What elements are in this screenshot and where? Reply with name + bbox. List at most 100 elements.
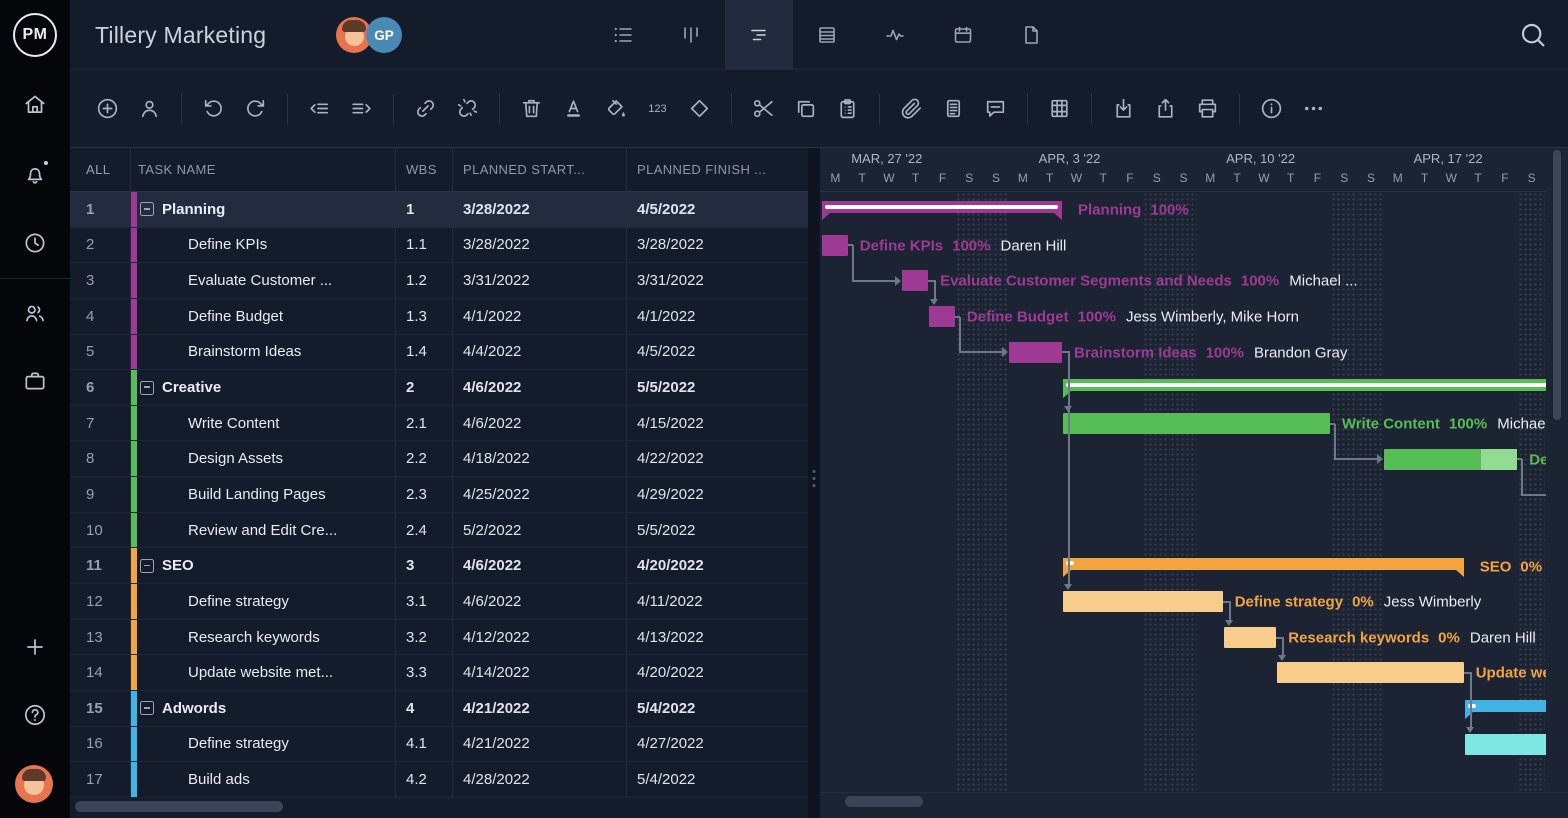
tab-sheet-view[interactable] <box>793 0 861 70</box>
task-name-cell[interactable]: Define KPIs <box>131 228 396 263</box>
unlink-tasks-button[interactable] <box>455 96 480 121</box>
table-row[interactable]: 17Build ads4.24/28/20225/4/2022 <box>70 762 808 798</box>
task-name-cell[interactable]: Creative <box>131 370 396 405</box>
gantt-summary-bar[interactable] <box>822 201 1062 213</box>
sidebar-item-help[interactable] <box>22 702 48 728</box>
column-header-finish[interactable]: PLANNED FINISH ... <box>627 148 808 191</box>
user-avatar[interactable] <box>15 765 53 803</box>
planned-finish-cell[interactable]: 5/5/2022 <box>627 370 808 405</box>
table-row[interactable]: 8Design Assets2.24/18/20224/22/2022 <box>70 441 808 477</box>
column-header-wbs[interactable]: WBS <box>396 148 453 191</box>
table-row[interactable]: 11SEO34/6/20224/20/2022 <box>70 548 808 584</box>
planned-start-cell[interactable]: 4/1/2022 <box>453 299 627 334</box>
redo-button[interactable] <box>243 96 268 121</box>
planned-finish-cell[interactable]: 4/27/2022 <box>627 727 808 762</box>
task-name-cell[interactable]: SEO <box>131 548 396 583</box>
paste-button[interactable] <box>835 96 860 121</box>
planned-finish-cell[interactable]: 4/1/2022 <box>627 299 808 334</box>
panel-splitter[interactable] <box>808 148 820 818</box>
task-name-cell[interactable]: Brainstorm Ideas <box>131 335 396 370</box>
export-button[interactable] <box>1153 96 1178 121</box>
table-row[interactable]: 1Planning13/28/20224/5/2022 <box>70 192 808 228</box>
tab-board-view[interactable] <box>657 0 725 70</box>
planned-start-cell[interactable]: 4/28/2022 <box>453 762 627 797</box>
task-name-cell[interactable]: Research keywords <box>131 620 396 655</box>
copy-button[interactable] <box>793 96 818 121</box>
task-name-cell[interactable]: Write Content <box>131 406 396 441</box>
gantt-task-bar[interactable] <box>1063 413 1330 434</box>
task-name-cell[interactable]: Define strategy <box>131 584 396 619</box>
gantt-task-bar[interactable] <box>1009 342 1062 363</box>
planned-finish-cell[interactable]: 5/4/2022 <box>627 762 808 797</box>
indent-button[interactable] <box>349 96 374 121</box>
milestone-button[interactable] <box>687 96 712 121</box>
planned-start-cell[interactable]: 3/28/2022 <box>453 192 627 227</box>
column-header-num[interactable]: ALL <box>70 148 131 191</box>
task-name-cell[interactable]: Design Assets <box>131 441 396 476</box>
gantt-summary-bar[interactable] <box>1063 558 1464 570</box>
planned-start-cell[interactable]: 4/6/2022 <box>453 584 627 619</box>
attachment-button[interactable] <box>899 96 924 121</box>
planned-finish-cell[interactable]: 4/20/2022 <box>627 548 808 583</box>
outdent-button[interactable] <box>307 96 332 121</box>
column-header-name[interactable]: TASK NAME <box>131 148 396 191</box>
projectmanager-logo[interactable]: PM <box>13 13 57 57</box>
planned-finish-cell[interactable]: 3/28/2022 <box>627 228 808 263</box>
planned-start-cell[interactable]: 5/2/2022 <box>453 513 627 548</box>
table-row[interactable]: 12Define strategy3.14/6/20224/11/2022 <box>70 584 808 620</box>
search-icon[interactable] <box>1517 19 1549 51</box>
planned-finish-cell[interactable]: 4/5/2022 <box>627 192 808 227</box>
planned-finish-cell[interactable]: 4/5/2022 <box>627 335 808 370</box>
more-button[interactable] <box>1301 96 1326 121</box>
gantt-task-bar[interactable] <box>822 235 848 256</box>
planned-start-cell[interactable]: 4/18/2022 <box>453 441 627 476</box>
columns-button[interactable] <box>1047 96 1072 121</box>
print-button[interactable] <box>1195 96 1220 121</box>
table-row[interactable]: 9Build Landing Pages2.34/25/20224/29/202… <box>70 477 808 513</box>
table-row[interactable]: 16Define strategy4.14/21/20224/27/2022 <box>70 727 808 763</box>
gantt-vscrollbar-thumb[interactable] <box>1553 150 1561 420</box>
link-tasks-button[interactable] <box>413 96 438 121</box>
gantt-task-bar[interactable] <box>1465 734 1546 755</box>
undo-button[interactable] <box>201 96 226 121</box>
table-hscrollbar-thumb[interactable] <box>75 801 283 812</box>
planned-start-cell[interactable]: 4/21/2022 <box>453 727 627 762</box>
cut-button[interactable] <box>751 96 776 121</box>
table-row[interactable]: 2Define KPIs1.13/28/20223/28/2022 <box>70 228 808 264</box>
task-name-cell[interactable]: Define strategy <box>131 727 396 762</box>
import-button[interactable] <box>1111 96 1136 121</box>
planned-start-cell[interactable]: 4/4/2022 <box>453 335 627 370</box>
task-name-cell[interactable]: Build Landing Pages <box>131 477 396 512</box>
planned-start-cell[interactable]: 4/6/2022 <box>453 548 627 583</box>
gantt-task-bar[interactable] <box>902 270 928 291</box>
tab-list-view[interactable] <box>589 0 657 70</box>
table-row[interactable]: 14Update website met...3.34/14/20224/20/… <box>70 655 808 691</box>
sidebar-item-notifications[interactable] <box>22 161 48 187</box>
sidebar-item-team[interactable] <box>22 300 48 326</box>
collapse-icon[interactable] <box>140 559 154 573</box>
table-row[interactable]: 7Write Content2.14/6/20224/15/2022 <box>70 406 808 442</box>
planned-finish-cell[interactable]: 4/20/2022 <box>627 655 808 690</box>
text-color-button[interactable] <box>561 96 586 121</box>
planned-start-cell[interactable]: 3/28/2022 <box>453 228 627 263</box>
assign-user-button[interactable] <box>137 96 162 121</box>
task-name-cell[interactable]: Adwords <box>131 691 396 726</box>
add-task-button[interactable] <box>95 96 120 121</box>
gantt-task-bar[interactable] <box>1277 662 1463 683</box>
table-row[interactable]: 3Evaluate Customer ...1.23/31/20223/31/2… <box>70 263 808 299</box>
table-row[interactable]: 4Define Budget1.34/1/20224/1/2022 <box>70 299 808 335</box>
table-row[interactable]: 13Research keywords3.24/12/20224/13/2022 <box>70 620 808 656</box>
gantt-task-bar[interactable] <box>1063 591 1223 612</box>
sidebar-item-home[interactable] <box>22 91 48 117</box>
gantt-hscrollbar-thumb[interactable] <box>845 796 923 807</box>
tab-gantt-view[interactable] <box>725 0 793 70</box>
task-name-cell[interactable]: Update website met... <box>131 655 396 690</box>
collapse-icon[interactable] <box>140 701 154 715</box>
comment-button[interactable] <box>983 96 1008 121</box>
planned-finish-cell[interactable]: 3/31/2022 <box>627 263 808 298</box>
table-row[interactable]: 15Adwords44/21/20225/4/2022 <box>70 691 808 727</box>
column-header-start[interactable]: PLANNED START... <box>453 148 627 191</box>
delete-button[interactable] <box>519 96 544 121</box>
planned-finish-cell[interactable]: 4/29/2022 <box>627 477 808 512</box>
planned-start-cell[interactable]: 4/25/2022 <box>453 477 627 512</box>
